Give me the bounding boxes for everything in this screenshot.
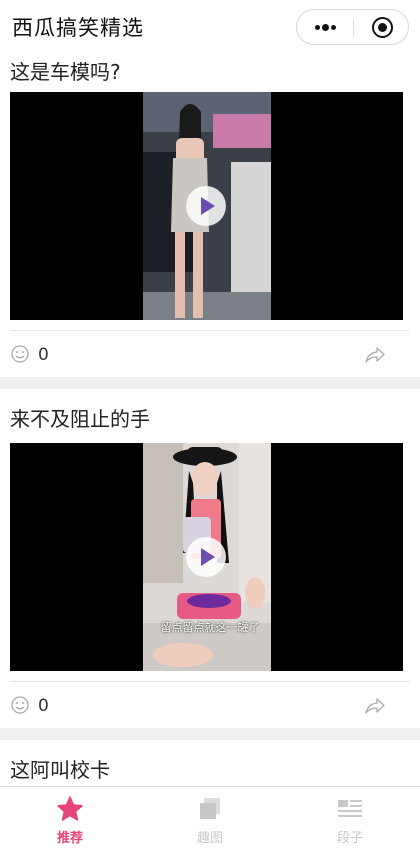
feed-card: 这是车模吗? 0 xyxy=(0,52,420,377)
text-list-icon xyxy=(338,800,362,817)
video-player[interactable] xyxy=(10,92,403,320)
smile-icon[interactable] xyxy=(11,696,29,714)
capsule-divider xyxy=(353,19,354,36)
tab-jokes[interactable]: 段子 xyxy=(280,787,420,850)
smile-icon[interactable] xyxy=(11,345,29,363)
app-root: 西瓜搞笑精选 这是车模吗? 0 来不及阻止的手 留点留点就这一罐了 0 这阿叫校… xyxy=(0,0,420,850)
tab-label: 段子 xyxy=(336,831,363,846)
play-icon[interactable] xyxy=(186,186,226,226)
card-title: 这是车模吗? xyxy=(10,60,121,84)
like-count: 0 xyxy=(38,345,49,365)
mini-program-capsule xyxy=(296,9,409,45)
star-icon xyxy=(57,796,83,821)
feed-separator xyxy=(0,377,420,389)
video-player[interactable]: 留点留点就这一罐了 xyxy=(10,443,403,671)
video-caption: 留点留点就这一罐了 xyxy=(160,621,260,634)
feed-card: 这阿叫校卡 xyxy=(0,740,420,782)
feed-card: 来不及阻止的手 留点留点就这一罐了 0 xyxy=(0,389,420,728)
like-count: 0 xyxy=(38,696,49,716)
tab-label: 推荐 xyxy=(56,831,83,846)
tab-pictures[interactable]: 趣图 xyxy=(140,787,280,850)
feed-separator xyxy=(0,728,420,740)
play-icon[interactable] xyxy=(186,537,226,577)
tab-bar: 推荐 趣图 段子 xyxy=(0,786,420,850)
more-dots-icon[interactable] xyxy=(297,10,353,44)
share-icon[interactable] xyxy=(364,696,386,716)
card-title: 这阿叫校卡 xyxy=(10,758,110,782)
images-icon xyxy=(200,798,220,819)
tab-label: 趣图 xyxy=(196,831,223,846)
target-close-icon[interactable] xyxy=(372,17,393,38)
share-icon[interactable] xyxy=(364,345,386,365)
tab-recommend[interactable]: 推荐 xyxy=(0,787,140,850)
card-title: 来不及阻止的手 xyxy=(10,407,150,431)
page-title: 西瓜搞笑精选 xyxy=(12,16,144,40)
navigation-bar: 西瓜搞笑精选 xyxy=(0,0,420,52)
card-actions: 0 xyxy=(0,682,420,728)
video-feed[interactable]: 这是车模吗? 0 来不及阻止的手 留点留点就这一罐了 0 这阿叫校卡 xyxy=(0,52,420,782)
card-actions: 0 xyxy=(0,331,420,377)
